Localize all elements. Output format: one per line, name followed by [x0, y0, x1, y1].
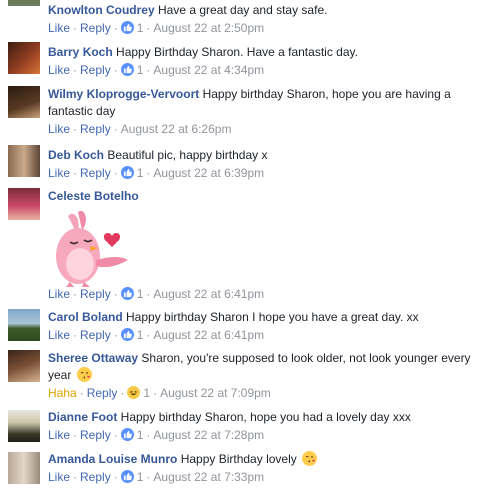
- avatar[interactable]: [8, 350, 40, 382]
- comment-actions: Haha · Reply · 1 · August 22 at 7:09pm: [48, 386, 271, 400]
- like-reaction-icon[interactable]: [120, 287, 134, 300]
- avatar[interactable]: [8, 42, 40, 74]
- timestamp[interactable]: August 22 at 6:39pm: [153, 166, 264, 180]
- comment-text: Happy birthday Sharon I hope you have a …: [126, 310, 419, 324]
- comment-text: Happy birthday Sharon, hope you had a lo…: [120, 410, 411, 424]
- reply-link[interactable]: Reply: [80, 122, 111, 136]
- timestamp[interactable]: August 22 at 7:28pm: [153, 428, 264, 442]
- comment-actions: Like · Reply · 1 · August 22 at 7:33pm: [48, 470, 265, 484]
- reply-link[interactable]: Reply: [87, 386, 118, 400]
- commenter-name[interactable]: Amanda Louise Munro: [48, 452, 177, 466]
- comment-actions: Like · Reply · 1 · August 22 at 6:41pm: [48, 328, 265, 342]
- comment-line: Dianne Foot Happy birthday Sharon, hope …: [48, 409, 486, 426]
- avatar[interactable]: [8, 452, 40, 484]
- like-reaction-icon[interactable]: [120, 63, 134, 76]
- like-link[interactable]: Like: [48, 428, 70, 442]
- like-link[interactable]: Like: [48, 122, 70, 136]
- commenter-name[interactable]: Celeste Botelho: [48, 189, 139, 203]
- kissing-face-emoji-icon: [302, 451, 318, 466]
- comment-actions: Like · Reply · 1 · August 22 at 6:41pm: [48, 287, 265, 301]
- avatar[interactable]: [8, 0, 40, 6]
- reply-link[interactable]: Reply: [80, 470, 111, 484]
- comment-actions: Like · Reply · 1 · August 22 at 2:50pm: [48, 21, 265, 35]
- like-link[interactable]: Like: [48, 328, 70, 342]
- kissing-face-emoji-icon: [76, 367, 92, 382]
- comment-line: Barry Koch Happy Birthday Sharon. Have a…: [48, 44, 486, 61]
- bird-sticker-image[interactable]: [48, 208, 138, 288]
- like-reaction-icon[interactable]: [120, 428, 134, 441]
- commenter-name[interactable]: Sheree Ottaway: [48, 351, 138, 365]
- timestamp[interactable]: August 22 at 4:34pm: [153, 63, 264, 77]
- timestamp[interactable]: August 22 at 6:41pm: [153, 328, 264, 342]
- comment-actions: Like · Reply · 1 · August 22 at 6:39pm: [48, 166, 265, 180]
- reply-link[interactable]: Reply: [80, 428, 111, 442]
- comment-text: Happy Birthday Sharon. Have a fantastic …: [116, 45, 358, 59]
- comment-line: Wilmy Kloprogge-Vervoort Happy birthday …: [48, 86, 452, 120]
- commenter-name[interactable]: Knowlton Coudrey: [48, 3, 155, 17]
- avatar[interactable]: [8, 309, 40, 341]
- commenter-name[interactable]: Deb Koch: [48, 148, 104, 162]
- like-reaction-icon[interactable]: [120, 328, 134, 341]
- commenter-name[interactable]: Wilmy Kloprogge-Vervoort: [48, 87, 199, 101]
- timestamp[interactable]: August 22 at 6:41pm: [153, 287, 264, 301]
- reply-link[interactable]: Reply: [80, 21, 111, 35]
- reply-link[interactable]: Reply: [80, 63, 111, 77]
- like-link[interactable]: Like: [48, 166, 70, 180]
- like-link[interactable]: Like: [48, 21, 70, 35]
- avatar[interactable]: [8, 86, 40, 118]
- like-link[interactable]: Like: [48, 470, 70, 484]
- avatar[interactable]: [8, 410, 40, 442]
- timestamp[interactable]: August 22 at 7:09pm: [160, 386, 271, 400]
- like-reaction-icon[interactable]: [120, 21, 134, 34]
- timestamp[interactable]: August 22 at 2:50pm: [153, 21, 264, 35]
- timestamp[interactable]: August 22 at 6:26pm: [121, 122, 232, 136]
- commenter-name[interactable]: Dianne Foot: [48, 410, 117, 424]
- avatar[interactable]: [8, 145, 40, 177]
- comment-line: Sheree Ottaway Sharon, you're supposed t…: [48, 350, 478, 384]
- like-link[interactable]: Like: [48, 287, 70, 301]
- comment-line: Deb Koch Beautiful pic, happy birthday x: [48, 147, 486, 164]
- reply-link[interactable]: Reply: [80, 166, 111, 180]
- like-reaction-icon[interactable]: [120, 166, 134, 179]
- comment-actions: Like · Reply · 1 · August 22 at 4:34pm: [48, 63, 265, 77]
- comment-text: Beautiful pic, happy birthday x: [107, 148, 268, 162]
- comment-text: Have a great day and stay safe.: [158, 3, 328, 17]
- like-reaction-icon[interactable]: [120, 470, 134, 483]
- comment-actions: Like · Reply · August 22 at 6:26pm: [48, 122, 232, 136]
- comment-line: Carol Boland Happy birthday Sharon I hop…: [48, 309, 486, 326]
- timestamp[interactable]: August 22 at 7:33pm: [153, 470, 264, 484]
- avatar[interactable]: [8, 188, 40, 220]
- reply-link[interactable]: Reply: [80, 287, 111, 301]
- comment-line: Knowlton Coudrey Have a great day and st…: [48, 2, 486, 19]
- haha-link[interactable]: Haha: [48, 386, 77, 400]
- commenter-name[interactable]: Barry Koch: [48, 45, 113, 59]
- like-link[interactable]: Like: [48, 63, 70, 77]
- reply-link[interactable]: Reply: [80, 328, 111, 342]
- comment-line: Celeste Botelho: [48, 188, 486, 205]
- comment-text: Happy Birthday lovely: [180, 452, 297, 466]
- haha-reaction-icon[interactable]: [127, 386, 141, 399]
- comment-line: Amanda Louise Munro Happy Birthday lovel…: [48, 451, 486, 468]
- commenter-name[interactable]: Carol Boland: [48, 310, 123, 324]
- comment-actions: Like · Reply · 1 · August 22 at 7:28pm: [48, 428, 265, 442]
